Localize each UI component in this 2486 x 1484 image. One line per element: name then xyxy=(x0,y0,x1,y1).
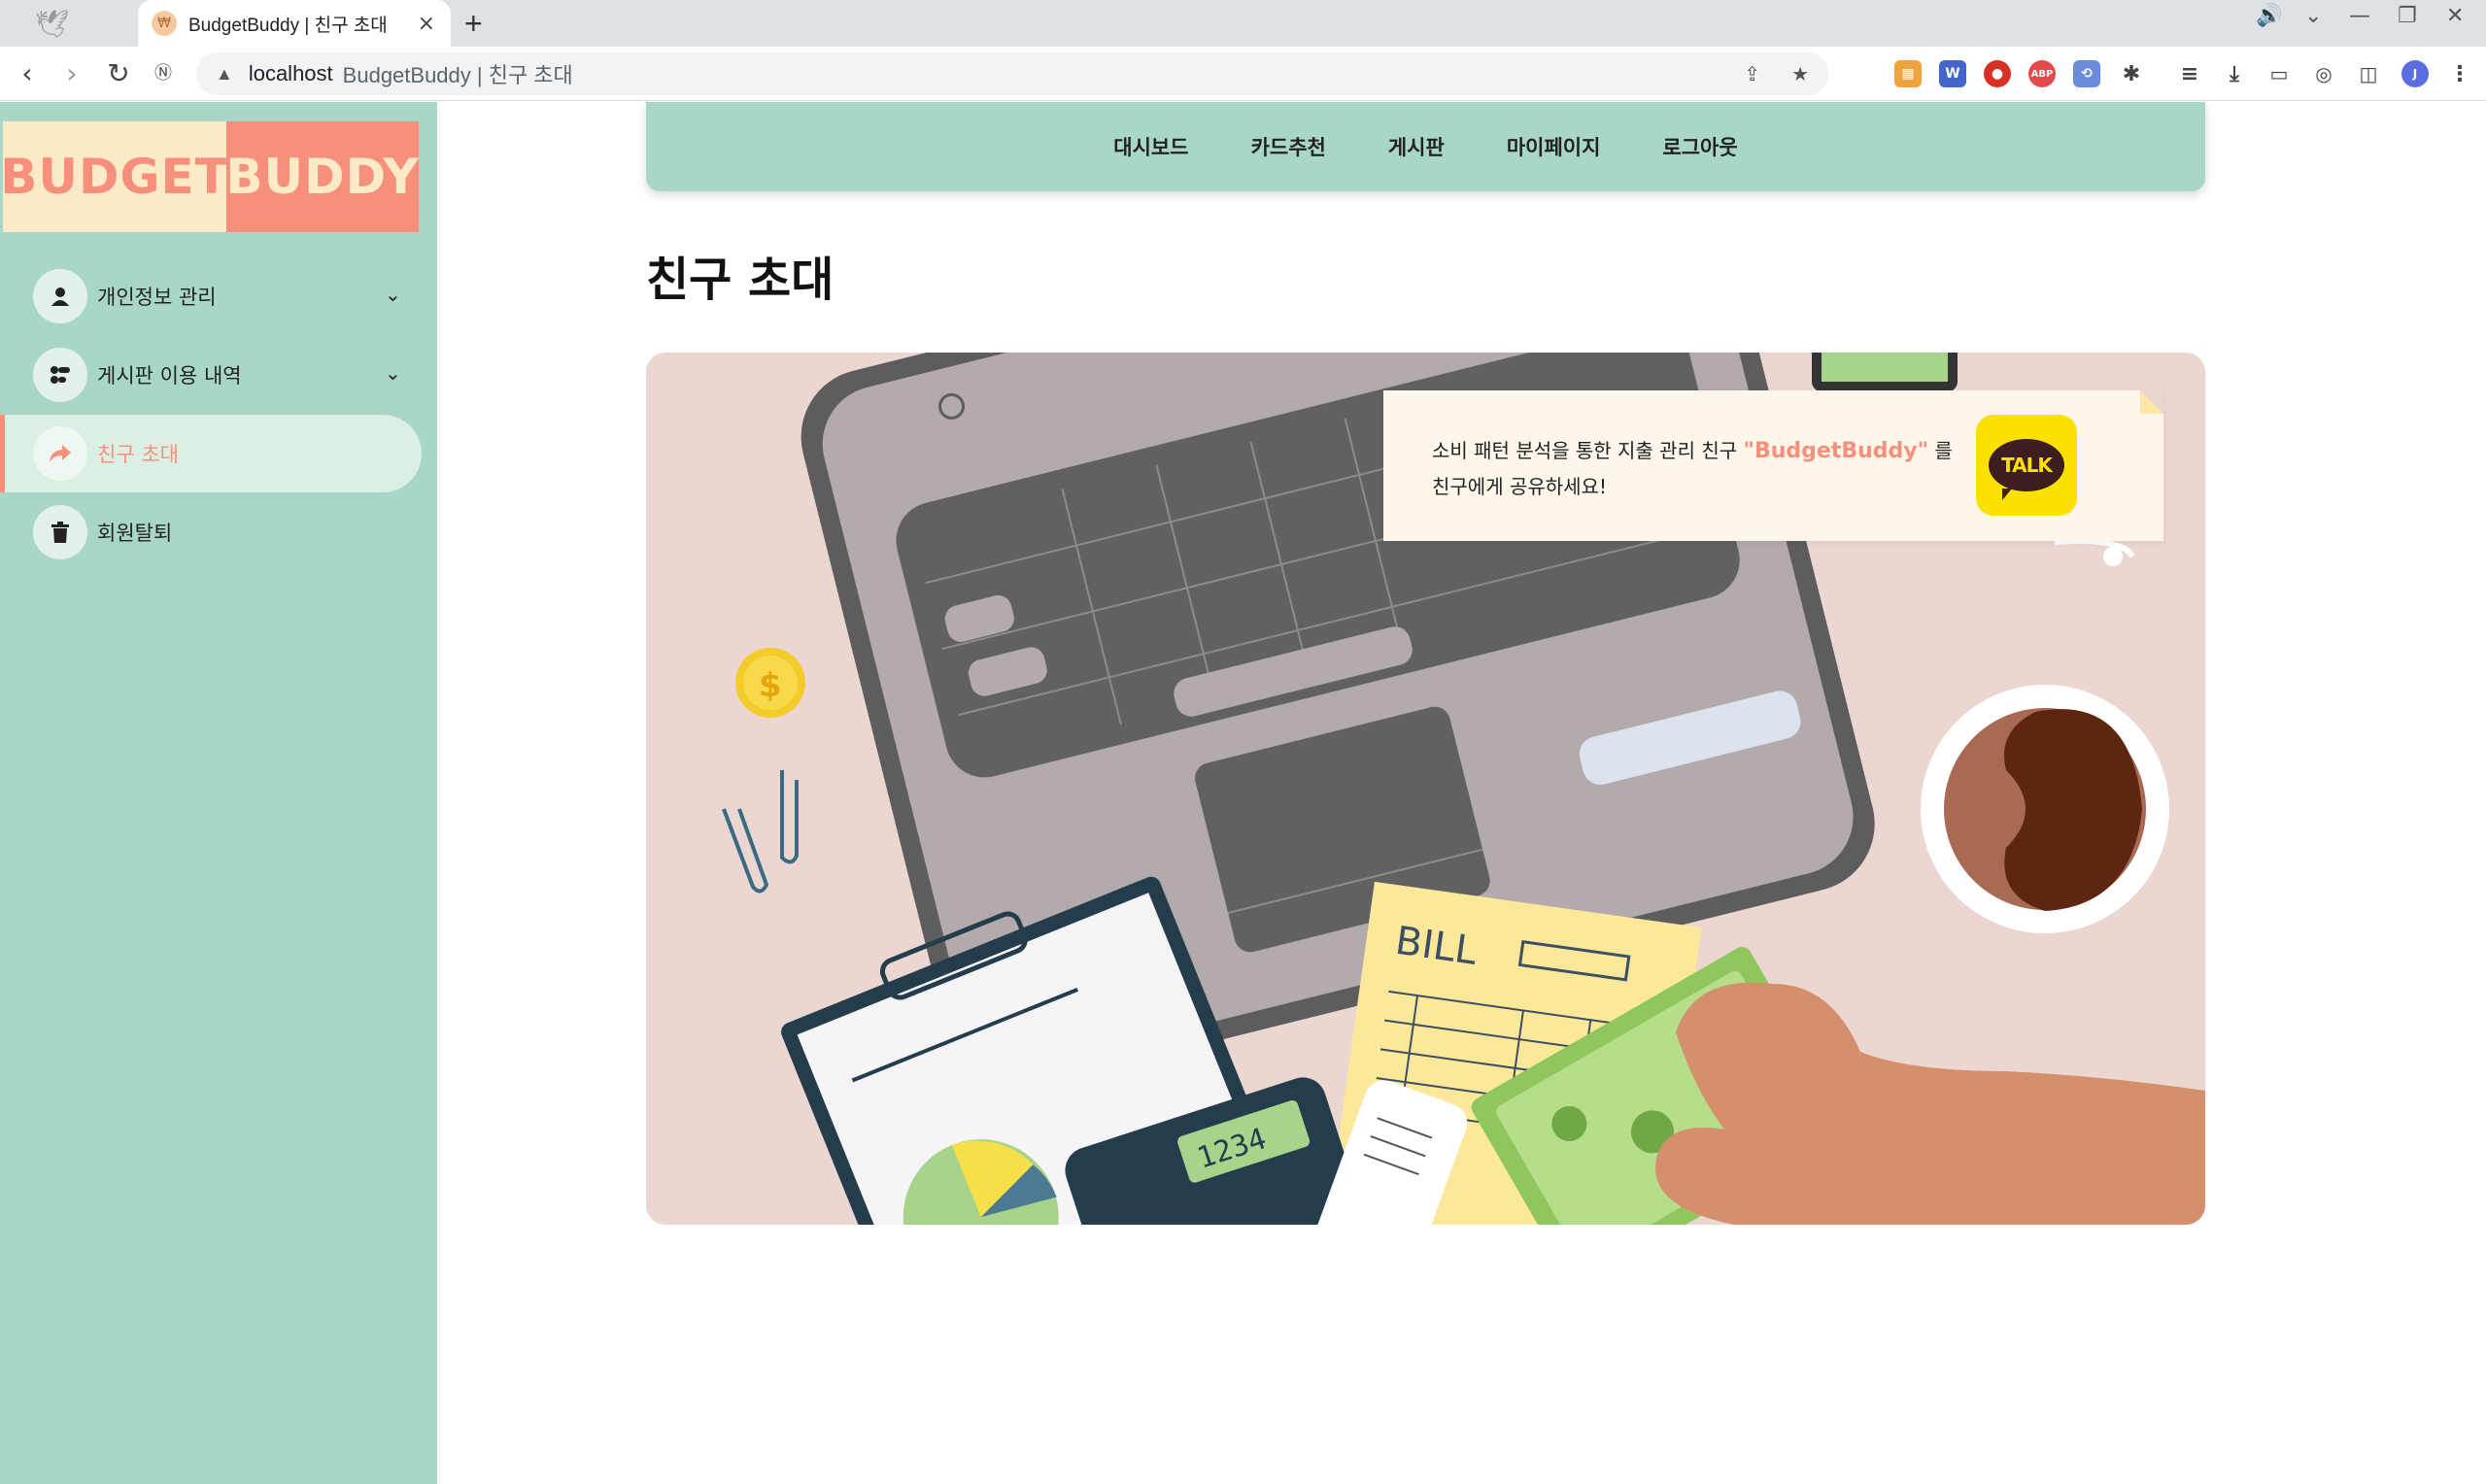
video-icon[interactable]: ▭ xyxy=(2265,60,2293,87)
logo-budget: BUDGET xyxy=(0,121,228,232)
page-content: BUDGET BUDDY 개인정보 관리 ⌄ 게시판 이용 내역 ⌄ 친구 초대… xyxy=(0,102,2486,1484)
close-window-icon[interactable]: ✕ xyxy=(2446,4,2464,28)
sidebar-item-profile[interactable]: 개인정보 관리 ⌄ xyxy=(0,257,437,335)
extension-n-icon[interactable]: Ⓝ xyxy=(146,56,181,91)
nav-mypage[interactable]: 마이페이지 xyxy=(1507,132,1601,161)
invite-message: 소비 패턴 분석을 통한 지출 관리 친구 "BudgetBuddy" 를 친구… xyxy=(1432,433,1976,504)
browser-tab[interactable]: ₩ BudgetBuddy | 친구 초대 × xyxy=(138,0,451,47)
sidebar-item-label: 친구 초대 xyxy=(97,443,179,466)
browser-tabstrip: 🕊 ₩ BudgetBuddy | 친구 초대 × + 🔊 ⌄ — ❐ ✕ xyxy=(0,0,2486,47)
url-page-title: BudgetBuddy | 친구 초대 xyxy=(342,63,573,87)
sidebar-menu: 개인정보 관리 ⌄ 게시판 이용 내역 ⌄ 친구 초대 회원탈퇴 xyxy=(0,257,437,572)
kakao-talk-share-button[interactable]: TALK xyxy=(1976,415,2077,516)
ext-3-icon[interactable]: ● xyxy=(1984,60,2011,87)
nav-board[interactable]: 게시판 xyxy=(1388,132,1445,161)
nav-card-recommend[interactable]: 카드추천 xyxy=(1251,132,1326,161)
sidepanel-icon[interactable]: ◫ xyxy=(2355,60,2382,87)
logo[interactable]: BUDGET BUDDY xyxy=(0,121,419,232)
trash-icon xyxy=(33,505,87,559)
board-icon xyxy=(33,348,87,402)
restore-icon[interactable]: ❐ xyxy=(2398,4,2417,28)
sidebar: BUDGET BUDDY 개인정보 관리 ⌄ 게시판 이용 내역 ⌄ 친구 초대… xyxy=(0,102,437,1484)
svg-text:$: $ xyxy=(759,666,782,705)
share-page-icon[interactable]: ⇪ xyxy=(1744,62,1760,86)
page-fold-corner xyxy=(2140,390,2163,414)
nav-dashboard[interactable]: 대시보드 xyxy=(1113,132,1188,161)
chevron-down-icon[interactable]: ⌄ xyxy=(385,361,401,385)
ext-1-icon[interactable]: ▦ xyxy=(1894,60,1922,87)
minimize-icon[interactable]: — xyxy=(2349,4,2370,28)
sidebar-item-label: 회원탈퇴 xyxy=(97,522,173,545)
user-icon xyxy=(33,269,87,323)
site-info-icon[interactable]: ▲ xyxy=(216,64,233,84)
invite-text-before: 소비 패턴 분석을 통한 지출 관리 친구 xyxy=(1432,439,1744,462)
kakao-talk-icon: TALK xyxy=(1989,439,2064,500)
back-icon[interactable]: ‹ xyxy=(10,56,45,91)
chevron-down-icon[interactable]: ⌄ xyxy=(385,283,401,306)
invite-brand-highlight: "BudgetBuddy" xyxy=(1743,439,1929,463)
sidebar-item-board-history[interactable]: 게시판 이용 내역 ⌄ xyxy=(0,336,437,414)
screenshot-icon[interactable]: ◎ xyxy=(2310,60,2337,87)
bookmark-star-icon[interactable]: ★ xyxy=(1791,62,1809,86)
logo-buddy: BUDDY xyxy=(225,121,419,232)
reading-list-icon[interactable]: ≡ xyxy=(2176,60,2203,87)
ext-2-icon[interactable]: W xyxy=(1939,60,1966,87)
tab-close-icon[interactable]: × xyxy=(418,12,435,36)
url-host: localhost xyxy=(248,61,333,85)
invite-card: 소비 패턴 분석을 통한 지출 관리 친구 "BudgetBuddy" 를 친구… xyxy=(1383,390,2163,541)
pinned-tab-icon[interactable]: 🕊 xyxy=(35,8,74,40)
hero-illustration: $ BILL 1234 소비 패턴 분석을 통한 지출 관리 친구 "Budge… xyxy=(646,353,2205,1225)
download-icon[interactable]: ⤓ xyxy=(2221,60,2248,87)
adblock-icon[interactable]: ABP xyxy=(2028,60,2056,87)
browser-toolbar: ‹ › ↻ Ⓝ ▲ localhost BudgetBuddy | 친구 초대 … xyxy=(0,47,2486,101)
share-icon xyxy=(33,426,87,481)
top-navigation: 대시보드 카드추천 게시판 마이페이지 로그아웃 xyxy=(646,102,2205,191)
sidebar-item-withdraw[interactable]: 회원탈퇴 xyxy=(0,493,437,571)
menu-kebab-icon[interactable]: ⋮ xyxy=(2446,60,2473,87)
reload-icon[interactable]: ↻ xyxy=(101,56,136,91)
tab-search-icon[interactable]: ⌄ xyxy=(2304,4,2322,28)
sidebar-item-label: 개인정보 관리 xyxy=(97,286,217,309)
extensions-icon[interactable]: ✱ xyxy=(2118,60,2145,87)
tab-title: BudgetBuddy | 친구 초대 xyxy=(188,15,388,36)
nav-logout[interactable]: 로그아웃 xyxy=(1662,132,1737,161)
tab-favicon: ₩ xyxy=(152,11,177,36)
sidebar-item-invite[interactable]: 친구 초대 xyxy=(0,415,422,492)
ext-5-icon[interactable]: ⟲ xyxy=(2073,60,2100,87)
forward-icon[interactable]: › xyxy=(54,56,89,91)
new-tab-button[interactable]: + xyxy=(464,6,483,42)
media-icon[interactable]: 🔊 xyxy=(2256,4,2282,28)
address-bar[interactable]: ▲ localhost BudgetBuddy | 친구 초대 ⇪ ★ xyxy=(196,52,1828,95)
sidebar-item-label: 게시판 이용 내역 xyxy=(97,364,242,388)
profile-avatar[interactable]: J xyxy=(2401,60,2429,87)
active-indicator xyxy=(0,415,5,492)
page-title: 친구 초대 xyxy=(646,253,834,307)
